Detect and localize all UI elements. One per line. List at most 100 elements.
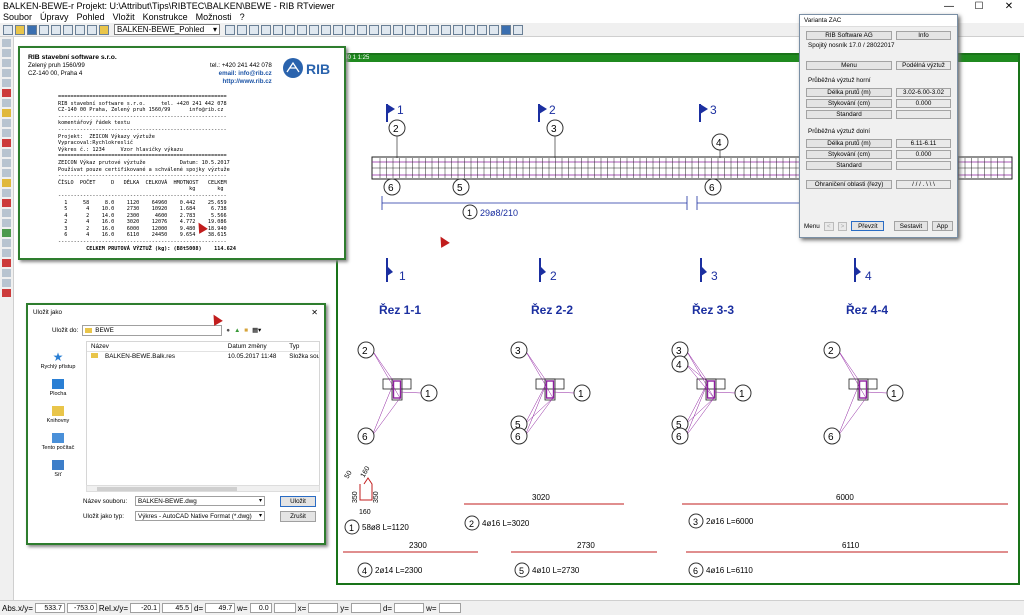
report-preview-window[interactable]: RIB stavební software s.r.o. Zelený pruh… [18, 46, 346, 260]
bottom-standard-button[interactable]: Standard [806, 161, 892, 170]
list-item[interactable]: BALKEN-BEWE.Balk.res 10.05.2017 11:48 Sl… [87, 352, 319, 361]
col-name-header[interactable]: Název [87, 342, 224, 351]
line-tool-icon[interactable] [2, 39, 11, 47]
filename-input[interactable]: BALKEN-BEWE.dwg [135, 496, 265, 506]
menu-upravy[interactable]: Úpravy [40, 12, 69, 23]
top-splice-value[interactable]: 0.000 [896, 99, 951, 108]
grid-icon[interactable] [309, 24, 319, 35]
ortho-icon[interactable] [333, 24, 343, 35]
dimension-icon[interactable] [369, 24, 379, 35]
about-icon[interactable] [513, 24, 523, 35]
preview-icon[interactable] [51, 24, 61, 35]
snap-icon[interactable] [321, 24, 331, 35]
arrow-down-icon[interactable] [417, 24, 427, 35]
place-network[interactable]: Síť [32, 460, 84, 478]
copy-tool-icon[interactable] [2, 109, 11, 117]
menu-vlozit[interactable]: Vložit [113, 12, 135, 23]
circle-tool-icon[interactable] [2, 69, 11, 77]
view-menu-icon[interactable]: ▦▾ [252, 327, 261, 334]
copy-icon[interactable] [75, 24, 85, 35]
back-icon[interactable]: ● [226, 327, 230, 334]
zoom-in-icon[interactable] [225, 24, 235, 35]
close-button[interactable]: ✕ [994, 1, 1024, 12]
arrow-left-icon[interactable] [381, 24, 391, 35]
new-folder-icon[interactable]: ■ [244, 327, 248, 334]
offset-tool-icon[interactable] [2, 159, 11, 167]
arrow-up-icon[interactable] [405, 24, 415, 35]
top-standard-button[interactable]: Standard [806, 110, 892, 119]
bottom-length-value[interactable]: 6.11-6.11 [896, 139, 951, 148]
layer-tool-icon[interactable] [2, 209, 11, 217]
help-icon[interactable] [501, 24, 511, 35]
import-icon[interactable] [477, 24, 487, 35]
place-desktop[interactable]: Plocha [32, 379, 84, 397]
new-file-icon[interactable] [3, 24, 13, 35]
save-button[interactable]: Uložit [280, 496, 316, 507]
point-tool-icon[interactable] [2, 279, 11, 287]
rib-software-button[interactable]: RIB Software AG [806, 31, 892, 40]
menu-konstrukce[interactable]: Konstrukce [143, 12, 188, 23]
label-tool-icon[interactable] [2, 249, 11, 257]
measure-icon[interactable] [345, 24, 355, 35]
podelna-vyztuz-button[interactable]: Podélná výztuž [896, 61, 951, 70]
settings-icon[interactable] [489, 24, 499, 35]
arc-tool-icon[interactable] [2, 79, 11, 87]
rotate-tool-icon[interactable] [2, 119, 11, 127]
menu-help[interactable]: ? [240, 12, 245, 23]
paste-icon[interactable] [87, 24, 97, 35]
col-date-header[interactable]: Datum změny [224, 342, 285, 351]
layer-icon[interactable] [297, 24, 307, 35]
move-tool-icon[interactable] [2, 99, 11, 107]
erase-tool-icon[interactable] [2, 259, 11, 267]
bottom-length-button[interactable]: Délka prutů (m) [806, 139, 892, 148]
stirrup-tool-icon[interactable] [2, 229, 11, 237]
prevzit-button[interactable]: Převzít [851, 221, 885, 231]
rectangle-tool-icon[interactable] [2, 59, 11, 67]
top-standard-value[interactable] [896, 110, 951, 119]
menu-button[interactable]: Menu [806, 61, 892, 70]
dim-tool-icon[interactable] [2, 189, 11, 197]
top-length-value[interactable]: 3.02-6.00-3.02 [896, 88, 951, 97]
next-arrow-icon[interactable]: > [837, 221, 848, 231]
file-list[interactable]: Název Datum změny Typ BALKEN-BEWE.Balk.r… [86, 341, 320, 487]
filetype-select[interactable]: Výkres - AutoCAD Native Format (*.dwg) [135, 511, 265, 521]
pan-icon[interactable] [273, 24, 283, 35]
save-in-folder-select[interactable]: BEWE [82, 325, 223, 336]
cancel-button[interactable]: Zrušit [280, 511, 316, 522]
fill-tool-icon[interactable] [2, 269, 11, 277]
top-length-button[interactable]: Délka prutů (m) [806, 88, 892, 97]
extend-tool-icon[interactable] [2, 149, 11, 157]
export-icon[interactable] [465, 24, 475, 35]
bottom-standard-value[interactable] [896, 161, 951, 170]
region-limit-button[interactable]: Ohraničení oblasti (řezy) [806, 180, 892, 189]
horizontal-scrollbar[interactable] [86, 485, 320, 492]
print-icon[interactable] [39, 24, 49, 35]
zoom-out-icon[interactable] [237, 24, 247, 35]
report-icon[interactable] [453, 24, 463, 35]
up-folder-icon[interactable]: ▲ [234, 327, 240, 334]
region-limit-value[interactable]: / / / . \ \ \ [896, 180, 951, 189]
place-libraries[interactable]: Knihovny [32, 406, 84, 424]
prev-arrow-icon[interactable]: < [823, 221, 834, 231]
maximize-button[interactable]: ☐ [964, 1, 994, 12]
menu-soubor[interactable]: Soubor [3, 12, 32, 23]
polyline-tool-icon[interactable] [2, 49, 11, 57]
minimize-button[interactable]: — [934, 1, 964, 12]
text-tool-icon[interactable] [2, 179, 11, 187]
cut-icon[interactable] [63, 24, 73, 35]
delete-tool-icon[interactable] [2, 89, 11, 97]
menu-moznosti[interactable]: Možnosti [196, 12, 232, 23]
cancel-tool-icon[interactable] [2, 199, 11, 207]
sestavit-button[interactable]: Sestavit [894, 221, 928, 231]
arrow-right-icon[interactable] [393, 24, 403, 35]
section-tool-icon[interactable] [2, 239, 11, 247]
view-combo[interactable]: BALKEN-BEWE_Pohled [114, 24, 220, 35]
text-icon[interactable] [357, 24, 367, 35]
app-button[interactable]: App [931, 221, 953, 231]
save-icon[interactable] [27, 24, 37, 35]
marker-tool-icon[interactable] [2, 289, 11, 297]
bottom-splice-button[interactable]: Stykování (cm) [806, 150, 892, 159]
list-icon[interactable] [441, 24, 451, 35]
properties-icon[interactable] [99, 24, 109, 35]
trim-tool-icon[interactable] [2, 139, 11, 147]
